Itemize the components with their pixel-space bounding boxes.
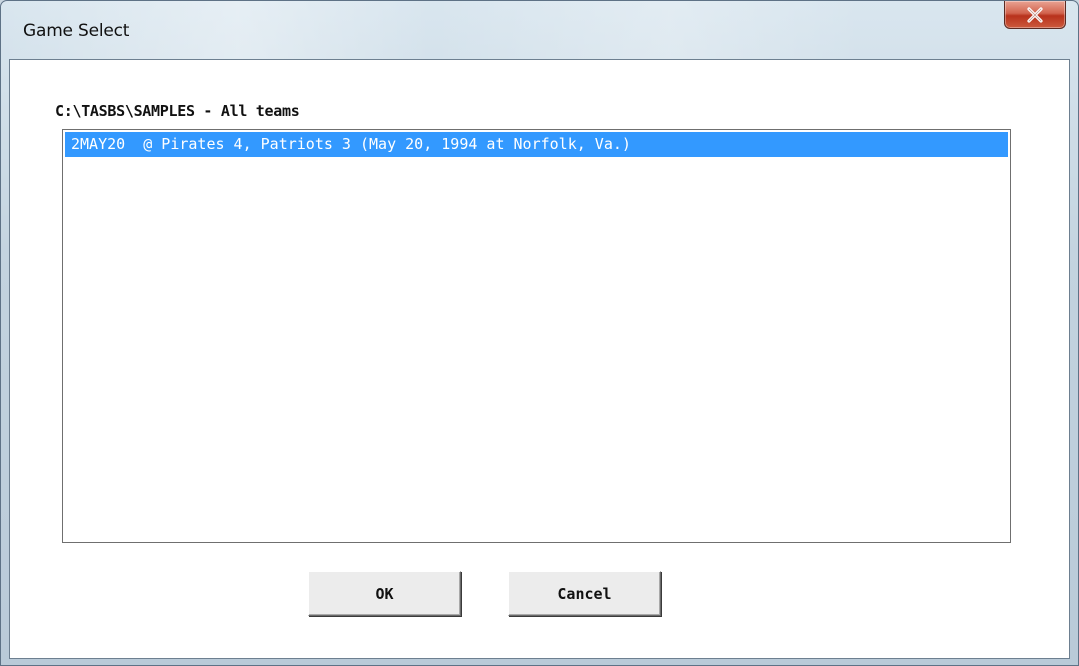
close-button[interactable] (1004, 1, 1066, 29)
close-icon (1027, 6, 1043, 23)
window-title: Game Select (23, 21, 130, 41)
title-bar[interactable]: Game Select (1, 1, 1078, 61)
ok-button[interactable]: OK (308, 571, 461, 616)
folder-path-label: C:\TASBS\SAMPLES - All teams (55, 102, 300, 120)
game-select-window: Game Select C:\TASBS\SAMPLES - All teams… (0, 0, 1079, 666)
game-listbox[interactable]: 2MAY20 @ Pirates 4, Patriots 3 (May 20, … (62, 129, 1011, 543)
cancel-button[interactable]: Cancel (508, 571, 661, 616)
list-item[interactable]: 2MAY20 @ Pirates 4, Patriots 3 (May 20, … (65, 132, 1008, 157)
